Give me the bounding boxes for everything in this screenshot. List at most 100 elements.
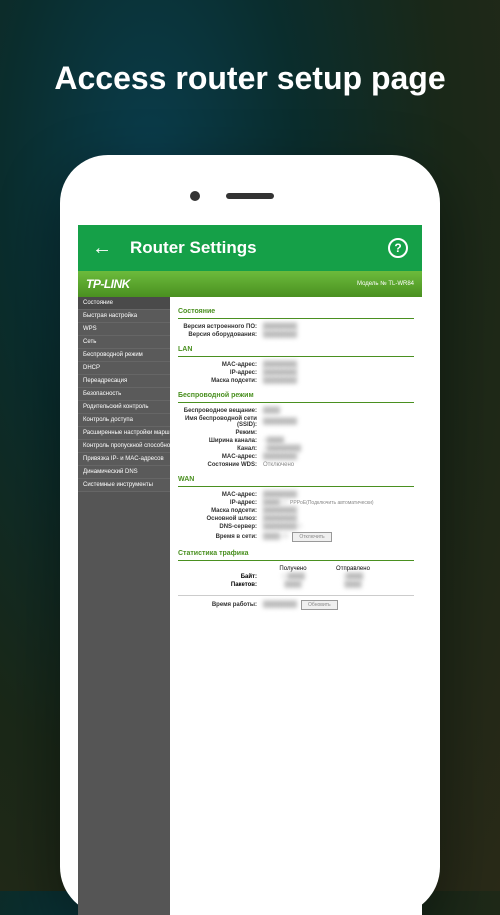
sidebar-item[interactable]: Привязка IP- и MAC-адресов (78, 453, 170, 466)
stats-value: 2████ (323, 574, 383, 580)
field-value: ████████ (263, 324, 414, 330)
field-row: IP-адрес:████████ (178, 369, 414, 377)
sidebar-item[interactable]: Системные инструменты (78, 479, 170, 492)
sidebar-item[interactable]: Родительский контроль (78, 401, 170, 414)
field-label: DNS-сервер: (178, 524, 263, 530)
field-label: IP-адрес: (178, 500, 263, 506)
field-label: Беспроводное вещание: (178, 408, 263, 414)
field-value: А████ (263, 438, 414, 444)
field-value: ████████ (263, 370, 414, 376)
field-label: Основной шлюз: (178, 516, 263, 522)
back-arrow-icon[interactable]: ← (92, 237, 112, 260)
field-label: Версия встроенного ПО: (178, 324, 263, 330)
field-row: Имя беспроводной сети (SSID):████████ (178, 415, 414, 429)
field-label: MAC-адрес: (178, 362, 263, 368)
stats-col-recv: Получено (263, 566, 323, 572)
phone-frame: ← Router Settings ? TP-LINK Модель № TL-… (60, 155, 440, 915)
stats-header-row: ПолученоОтправлено (178, 565, 414, 573)
app-bar-title: Router Settings (130, 238, 388, 258)
sidebar-item[interactable]: Сеть (78, 336, 170, 349)
sidebar-item[interactable]: Переадресация (78, 375, 170, 388)
section-stats: Статистика трафика (178, 547, 414, 561)
disconnect-button[interactable]: Отключить (292, 532, 331, 542)
router-header: TP-LINK Модель № TL-WR84 (78, 271, 422, 297)
field-value: ████████ (263, 516, 414, 522)
sidebar-item[interactable]: Контроль пропускной способности (78, 440, 170, 453)
sidebar-item[interactable]: Контроль доступа (78, 414, 170, 427)
sidebar-item[interactable]: Беспроводной режим (78, 349, 170, 362)
field-value: ████████ (263, 362, 414, 368)
field-row: Маска подсети:████████ (178, 377, 414, 385)
field-value: ████ (263, 408, 414, 414)
field-row: Маска подсети:████████ (178, 507, 414, 515)
field-label: Маска подсети: (178, 378, 263, 384)
field-label: Время в сети: (178, 534, 263, 540)
field-label: MAC-адрес: (178, 454, 263, 460)
stats-label: Байт: (178, 574, 263, 580)
stats-label: Пакетов: (178, 582, 263, 588)
sidebar-item[interactable]: Состояние (78, 297, 170, 310)
stats-col-sent: Отправлено (323, 566, 383, 572)
router-page: TP-LINK Модель № TL-WR84 СостояниеБыстра… (78, 271, 422, 915)
field-row: IP-адрес:████.47 PPPoE(Подключить автома… (178, 499, 414, 507)
sidebar-item[interactable]: WPS (78, 323, 170, 336)
field-label: Версия оборудования: (178, 332, 263, 338)
field-row: DNS-сервер:████████.4 (178, 523, 414, 531)
field-label: MAC-адрес: (178, 492, 263, 498)
camera-dot (190, 191, 200, 201)
field-value: ████.39Отключить (263, 532, 414, 542)
field-label: Канал: (178, 446, 263, 452)
stats-label (178, 566, 263, 572)
field-row: Время в сети:████.39Отключить (178, 531, 414, 543)
sidebar-item[interactable]: DHCP (78, 362, 170, 375)
stats-value: 10████ (263, 574, 323, 580)
phone-screen: ← Router Settings ? TP-LINK Модель № TL-… (78, 225, 422, 915)
field-value: ████.47 PPPoE(Подключить автоматически) (263, 500, 414, 506)
refresh-button[interactable]: Обновить (301, 600, 338, 610)
field-row: Беспроводное вещание:████ (178, 407, 414, 415)
section-wifi: Беспроводной режим (178, 389, 414, 403)
stats-value: ████ (263, 582, 323, 588)
sidebar: СостояниеБыстрая настройкаWPSСетьБеспров… (78, 297, 170, 915)
field-value: А████████ (263, 446, 414, 452)
router-logo: TP-LINK (86, 277, 130, 291)
sidebar-item[interactable]: Безопасность (78, 388, 170, 401)
stats-value: ████ (323, 582, 383, 588)
field-row: Состояние WDS:Отключено (178, 461, 414, 469)
sidebar-item[interactable]: Расширенные настройки маршрутизации (78, 427, 170, 440)
field-value: ████████ (263, 419, 414, 425)
help-icon[interactable]: ? (388, 238, 408, 258)
field-value: ████████ (263, 454, 414, 460)
field-row: MAC-адрес:████████ (178, 361, 414, 369)
field-value: ████████.4 (263, 524, 414, 530)
field-row: Время работы:████████Обновить (178, 599, 414, 611)
stats-row: Байт:10████2████ (178, 573, 414, 581)
sidebar-item[interactable]: Быстрая настройка (78, 310, 170, 323)
field-label: Состояние WDS: (178, 462, 263, 468)
field-row: Канал:А████████ (178, 445, 414, 453)
field-row: Режим: (178, 429, 414, 437)
field-label: Время работы: (178, 602, 263, 608)
hero-title: Access router setup page (0, 0, 500, 127)
sidebar-item[interactable]: Динамический DNS (78, 466, 170, 479)
field-label: Режим: (178, 430, 263, 436)
field-value: ████████Обновить (263, 600, 414, 610)
field-value: ████████ (263, 332, 414, 338)
field-value: ████████ (263, 378, 414, 384)
field-label: Ширина канала: (178, 438, 263, 444)
field-value: Отключено (263, 462, 414, 468)
field-row: Версия встроенного ПО:████████ (178, 323, 414, 331)
field-row: Основной шлюз:████████ (178, 515, 414, 523)
content-pane: Состояние Версия встроенного ПО:████████… (170, 297, 422, 915)
field-value: ████████ (263, 508, 414, 514)
stats-row: Пакетов:████████ (178, 581, 414, 589)
router-body: СостояниеБыстрая настройкаWPSСетьБеспров… (78, 297, 422, 915)
section-lan: LAN (178, 343, 414, 357)
field-label: Маска подсети: (178, 508, 263, 514)
field-row: Ширина канала:А████ (178, 437, 414, 445)
field-row: MAC-адрес:████████ (178, 491, 414, 499)
speaker-slot (226, 193, 274, 199)
field-label: IP-адрес: (178, 370, 263, 376)
section-wan: WAN (178, 473, 414, 487)
section-status: Состояние (178, 305, 414, 319)
